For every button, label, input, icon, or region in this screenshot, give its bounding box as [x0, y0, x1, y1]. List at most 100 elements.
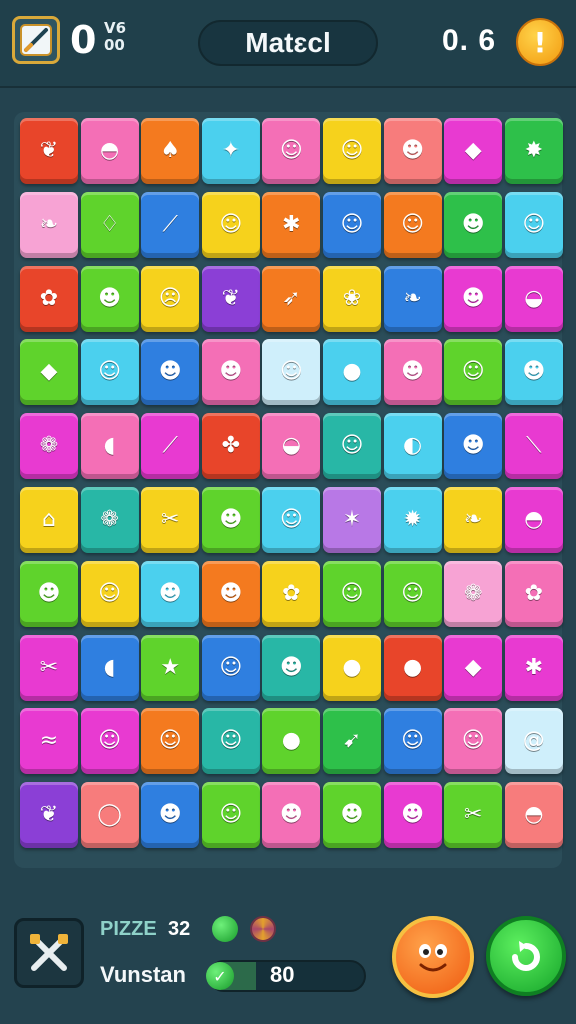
tile-r3-c9[interactable]: ◒ — [504, 265, 563, 332]
tile-r9-c9[interactable]: @ — [504, 708, 563, 775]
tile-r5-c2[interactable]: ◖ — [80, 413, 139, 480]
tile-r2-c4[interactable]: ☺ — [201, 191, 260, 258]
tile-r9-c5[interactable]: ● — [262, 708, 321, 775]
smiley-icon: ☺ — [219, 654, 243, 680]
tile-r8-c4[interactable]: ☺ — [201, 634, 260, 701]
tile-r1-c8[interactable]: ◆ — [444, 118, 503, 184]
tile-r9-c7[interactable]: ☺ — [383, 708, 442, 775]
tile-r7-c5[interactable]: ✿ — [262, 560, 321, 627]
tile-r9-c6[interactable]: ➹ — [323, 708, 381, 775]
tile-r10-c6[interactable]: ☻ — [323, 782, 381, 849]
tile-r2-c5[interactable]: ✱ — [262, 191, 321, 258]
tile-r9-c3[interactable]: ☺ — [141, 708, 200, 775]
tile-r10-c4[interactable]: ☺ — [201, 782, 260, 849]
tile-r3-c7[interactable]: ❧ — [383, 265, 442, 332]
tile-r7-c4[interactable]: ☻ — [201, 560, 260, 627]
tile-r3-c5[interactable]: ➶ — [262, 265, 321, 332]
tile-r10-c1[interactable]: ❦ — [20, 782, 78, 849]
tile-r7-c7[interactable]: ☺ — [383, 560, 442, 627]
tile-r7-c3[interactable]: ☻ — [141, 560, 200, 627]
tile-r10-c8[interactable]: ✂ — [444, 782, 503, 849]
player-name: Vunstan — [100, 962, 186, 987]
alert-button[interactable]: ! — [516, 18, 564, 66]
hint-face-button[interactable] — [392, 916, 474, 998]
tile-r5-c4[interactable]: ✤ — [201, 413, 260, 480]
tile-r2-c8[interactable]: ☻ — [444, 191, 503, 258]
tile-r1-c1[interactable]: ❦ — [20, 118, 78, 184]
tile-r8-c8[interactable]: ◆ — [444, 634, 503, 701]
tile-r1-c6[interactable]: ☺ — [323, 118, 381, 184]
tile-r1-c2[interactable]: ◓ — [80, 118, 139, 184]
tile-r10-c2[interactable]: ◯ — [80, 782, 139, 849]
tile-r8-c6[interactable]: ● — [323, 634, 381, 701]
tile-r3-c3[interactable]: ☹ — [141, 265, 200, 332]
tile-r1-c4[interactable]: ✦ — [201, 118, 260, 184]
tile-r8-c2[interactable]: ◖ — [80, 634, 139, 701]
tile-r2-c2[interactable]: ♢ — [80, 191, 139, 258]
tile-r5-c6[interactable]: ☺ — [323, 413, 381, 480]
tile-r9-c4[interactable]: ☺ — [201, 708, 260, 775]
tile-r3-c1[interactable]: ✿ — [20, 265, 78, 332]
tile-r10-c9[interactable]: ◓ — [504, 782, 563, 849]
tile-r6-c7[interactable]: ✹ — [383, 487, 442, 553]
tile-r6-c4[interactable]: ☻ — [201, 487, 260, 553]
tile-r5-c8[interactable]: ☻ — [444, 413, 503, 480]
tile-r9-c2[interactable]: ☺ — [80, 708, 139, 775]
tile-r4-c2[interactable]: ☺ — [80, 339, 139, 406]
tile-r9-c8[interactable]: ☺ — [444, 708, 503, 775]
tile-r5-c3[interactable]: ⟋ — [141, 413, 200, 480]
tile-r1-c3[interactable]: ♠ — [141, 118, 200, 184]
tile-r6-c9[interactable]: ◓ — [504, 487, 563, 553]
tile-r7-c8[interactable]: ❁ — [444, 560, 503, 627]
tile-r4-c5[interactable]: ☺ — [262, 339, 321, 406]
tile-r1-c5[interactable]: ☺ — [262, 118, 321, 184]
tile-r3-c8[interactable]: ☻ — [444, 265, 503, 332]
tile-r4-c4[interactable]: ☻ — [201, 339, 260, 406]
tile-r5-c1[interactable]: ❁ — [20, 413, 78, 480]
tile-r4-c3[interactable]: ☻ — [141, 339, 200, 406]
tile-r2-c6[interactable]: ☺ — [323, 191, 381, 258]
tile-r6-c8[interactable]: ❧ — [444, 487, 503, 553]
tile-r4-c1[interactable]: ◆ — [20, 339, 78, 406]
tile-r8-c3[interactable]: ★ — [141, 634, 200, 701]
tile-r6-c6[interactable]: ✶ — [323, 487, 381, 553]
tile-r7-c2[interactable]: ☺ — [80, 560, 139, 627]
tile-r2-c9[interactable]: ☺ — [504, 191, 563, 258]
tile-r5-c5[interactable]: ◒ — [262, 413, 321, 480]
tile-r4-c7[interactable]: ☻ — [383, 339, 442, 406]
tile-r3-c2[interactable]: ☻ — [80, 265, 139, 332]
tile-r2-c3[interactable]: ⟋ — [141, 191, 200, 258]
pencil-tool-button[interactable] — [12, 16, 60, 64]
tile-r6-c2[interactable]: ❁ — [80, 487, 139, 553]
tile-r4-c9[interactable]: ☻ — [504, 339, 563, 406]
tile-r6-c3[interactable]: ✂ — [141, 487, 200, 553]
tile-r7-c6[interactable]: ☺ — [323, 560, 381, 627]
tile-r2-c7[interactable]: ☺ — [383, 191, 442, 258]
tile-r10-c3[interactable]: ☻ — [141, 782, 200, 849]
tile-r1-c7[interactable]: ☻ — [383, 118, 442, 184]
tile-r2-c1[interactable]: ❧ — [20, 191, 78, 258]
tile-r9-c1[interactable]: ≈ — [20, 708, 78, 775]
blob-icon: ☺ — [340, 211, 364, 237]
tile-r7-c1[interactable]: ☻ — [20, 560, 78, 627]
tile-r3-c6[interactable]: ❀ — [323, 265, 381, 332]
tile-r10-c5[interactable]: ☻ — [262, 782, 321, 849]
tile-r4-c6[interactable]: ● — [323, 339, 381, 406]
tile-r8-c1[interactable]: ✂ — [20, 634, 78, 701]
tile-r6-c1[interactable]: ⌂ — [20, 487, 78, 553]
tile-r3-c4[interactable]: ❦ — [201, 265, 260, 332]
shuffle-tool-button[interactable] — [14, 918, 84, 988]
tile-r7-c9[interactable]: ✿ — [504, 560, 563, 627]
blob-icon: ☻ — [461, 285, 485, 311]
tile-r5-c7[interactable]: ◐ — [383, 413, 442, 480]
tile-r8-c9[interactable]: ✱ — [504, 634, 563, 701]
cloud-icon: ❁ — [100, 507, 119, 532]
tile-r5-c9[interactable]: ⟍ — [504, 413, 563, 480]
refresh-button[interactable] — [486, 916, 566, 996]
tile-r8-c7[interactable]: ● — [383, 634, 442, 701]
tile-r10-c7[interactable]: ☻ — [383, 782, 442, 849]
tile-r4-c8[interactable]: ☺ — [444, 339, 503, 406]
tile-r1-c9[interactable]: ✸ — [504, 118, 563, 184]
tile-r6-c5[interactable]: ☺ — [262, 487, 321, 553]
tile-r8-c5[interactable]: ☻ — [262, 634, 321, 701]
